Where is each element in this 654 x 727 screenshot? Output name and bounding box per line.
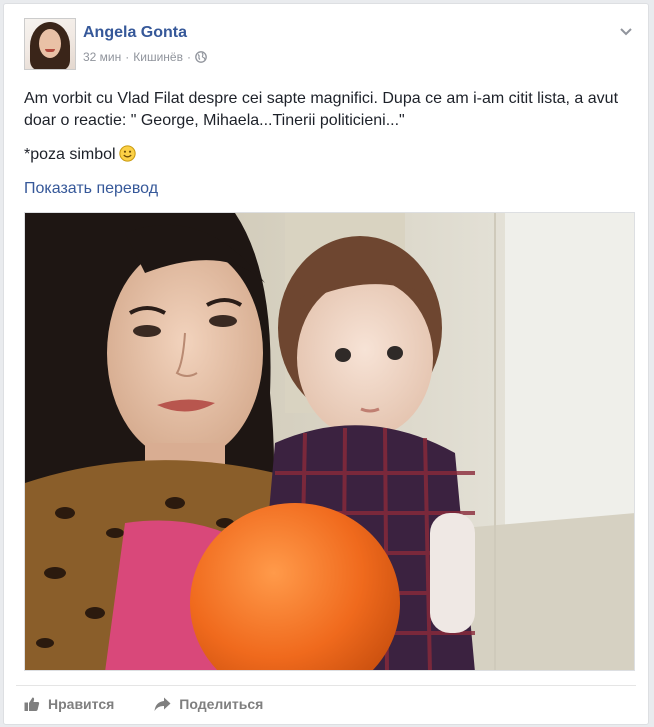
share-arrow-icon <box>154 697 171 711</box>
meta-separator: · <box>125 50 130 64</box>
photo-illustration <box>25 213 634 670</box>
meta-separator: · <box>186 50 191 64</box>
like-label: Нравится <box>48 696 115 712</box>
like-button[interactable]: Нравится <box>24 696 114 712</box>
post-card: Angela Gonta 32 мин · Кишинёв · Am vorbi… <box>3 3 649 725</box>
post-photo[interactable] <box>24 212 635 671</box>
avatar[interactable] <box>24 18 76 70</box>
post-text-caption: *poza simbol <box>24 144 634 166</box>
post-text-line: Am vorbit cu Vlad Filat despre cei sapte… <box>24 90 619 129</box>
post-meta: 32 мин · Кишинёв · <box>83 50 207 64</box>
action-divider <box>16 685 636 686</box>
chevron-down-icon[interactable] <box>618 24 634 40</box>
post-time[interactable]: 32 мин <box>83 50 121 64</box>
translate-link[interactable]: Показать перевод <box>24 180 158 198</box>
post-actions: Нравится Поделиться <box>24 696 263 712</box>
globe-icon[interactable] <box>195 51 207 63</box>
caption-text: *poza simbol <box>24 146 116 163</box>
post-body: Am vorbit cu Vlad Filat despre cei sapte… <box>24 88 634 166</box>
smiley-icon <box>118 145 136 162</box>
thumbs-up-icon <box>24 697 40 711</box>
post-location[interactable]: Кишинёв <box>133 50 183 64</box>
share-label: Поделиться <box>179 696 264 712</box>
author-name[interactable]: Angela Gonta <box>83 24 187 42</box>
share-button[interactable]: Поделиться <box>154 696 263 712</box>
